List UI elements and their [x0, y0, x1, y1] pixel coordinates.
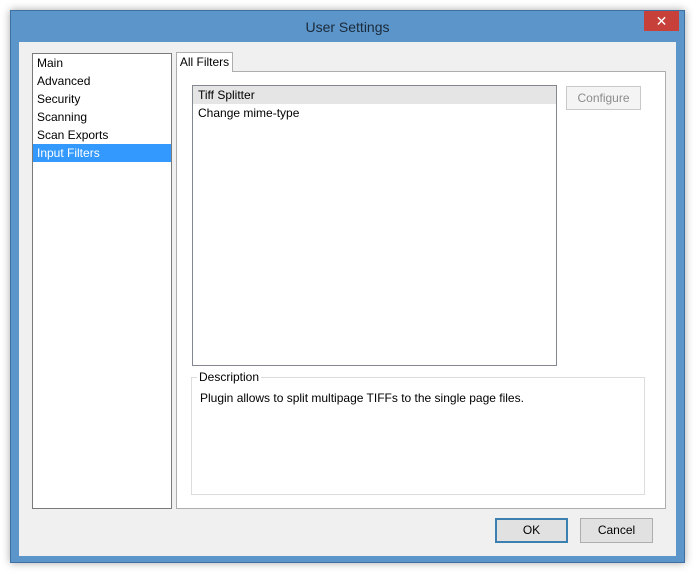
close-button[interactable]: ✕ — [644, 11, 679, 31]
window-title: User Settings — [305, 19, 390, 35]
cancel-button[interactable]: Cancel — [580, 518, 653, 543]
dialog-body: Main Advanced Security Scanning Scan Exp… — [19, 42, 676, 556]
settings-category-list: Main Advanced Security Scanning Scan Exp… — [32, 53, 172, 509]
description-text: Plugin allows to split multipage TIFFs t… — [200, 391, 524, 405]
filter-item-change-mime-type[interactable]: Change mime-type — [193, 104, 556, 122]
description-legend: Description — [197, 370, 262, 384]
filter-list[interactable]: Tiff Splitter Change mime-type — [192, 85, 557, 366]
nav-item-scan-exports[interactable]: Scan Exports — [33, 126, 171, 144]
nav-item-security[interactable]: Security — [33, 90, 171, 108]
configure-button[interactable]: Configure — [566, 86, 641, 110]
filter-item-tiff-splitter[interactable]: Tiff Splitter — [193, 86, 556, 104]
nav-item-main[interactable]: Main — [33, 54, 171, 72]
ok-button[interactable]: OK — [495, 518, 568, 543]
nav-item-scanning[interactable]: Scanning — [33, 108, 171, 126]
description-group: Description Plugin allows to split multi… — [191, 370, 645, 495]
nav-item-advanced[interactable]: Advanced — [33, 72, 171, 90]
nav-item-input-filters[interactable]: Input Filters — [33, 144, 171, 162]
all-filters-panel: Tiff Splitter Change mime-type Configure… — [176, 71, 666, 509]
tab-all-filters[interactable]: All Filters — [176, 52, 233, 72]
close-icon: ✕ — [655, 13, 668, 29]
title-bar[interactable]: User Settings ✕ — [11, 11, 684, 42]
user-settings-dialog: User Settings ✕ Main Advanced Security S… — [10, 10, 685, 563]
